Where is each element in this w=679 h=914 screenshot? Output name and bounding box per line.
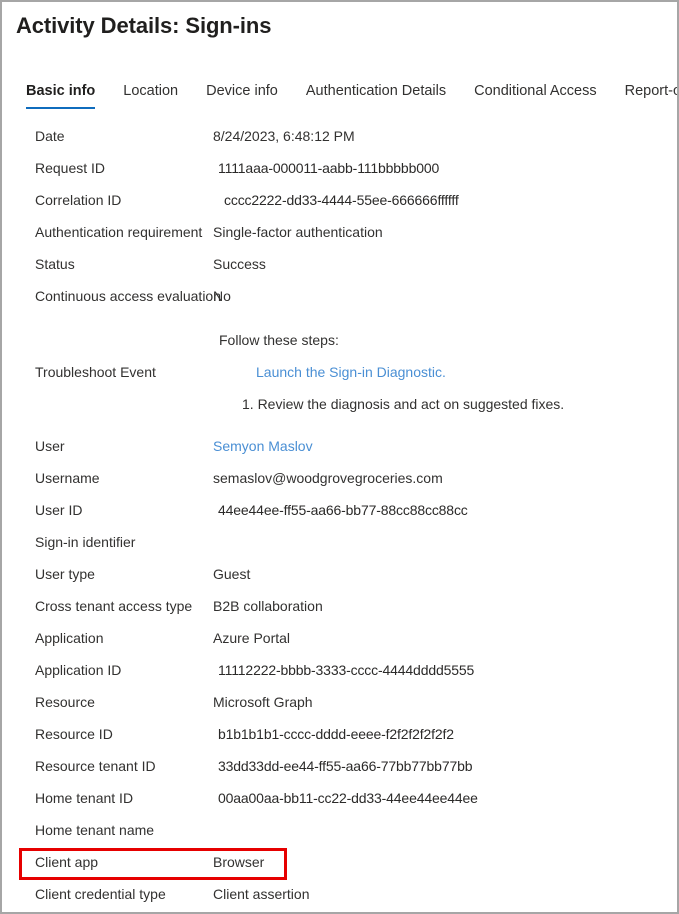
detail-label: Cross tenant access type (35, 598, 193, 614)
detail-row: Authentication requirement Single-factor … (2, 216, 677, 248)
troubleshoot-lead-text: Follow these steps: (219, 332, 339, 348)
detail-row: Request ID 1111aaa-000011-aabb-111bbbbb00… (2, 152, 677, 184)
detail-value: Microsoft Graph (213, 694, 313, 710)
detail-label: Home tenant ID (35, 790, 134, 806)
detail-row: Continuous access evaluation No (2, 280, 677, 312)
detail-row: Home tenant ID 00aa00aa-bb11-cc22-dd33-44… (2, 782, 677, 814)
detail-value: cccc2222-dd33-4444-55ee-666666ffffff (224, 192, 459, 208)
detail-value: Browser (213, 854, 265, 870)
tab-device-info[interactable]: Device info (206, 82, 278, 109)
detail-value: Single-factor authentication (213, 224, 383, 240)
detail-row: Client app Browser (2, 846, 677, 878)
detail-row: User Semyon Maslov (2, 430, 677, 462)
tab-authentication-details[interactable]: Authentication Details (306, 82, 446, 109)
tab-location[interactable]: Location (123, 82, 178, 109)
detail-row: Client credential type Client assertion (2, 878, 677, 910)
detail-row: Resource ID b1b1b1b1-cccc-dddd-eeee-f2f2f… (2, 718, 677, 750)
detail-label: User type (35, 566, 95, 582)
detail-value: 33dd33dd-ee44-ff55-aa66-77bb77bb77bb (218, 758, 473, 774)
tab-conditional-access[interactable]: Conditional Access (474, 82, 597, 109)
detail-value: Client assertion (213, 886, 310, 902)
troubleshoot-label: Troubleshoot Event (35, 364, 156, 380)
detail-row: Sign-in identifier (2, 526, 677, 558)
detail-label: Username (35, 470, 100, 486)
detail-value: No (213, 288, 231, 304)
detail-label: User (35, 438, 65, 454)
detail-label: Status (35, 256, 75, 272)
troubleshoot-event-block: Troubleshoot Event Follow these steps: Lau… (2, 326, 677, 422)
detail-label: Resource ID (35, 726, 113, 742)
launch-signin-diagnostic-link[interactable]: Launch the Sign-in Diagnostic. (256, 364, 446, 380)
detail-label: Date (35, 128, 65, 144)
detail-value: 1111aaa-000011-aabb-111bbbbb000 (218, 160, 440, 176)
troubleshoot-step-1: 1. Review the diagnosis and act on sugge… (242, 396, 565, 412)
detail-label: Correlation ID (35, 192, 122, 208)
tab-report-only[interactable]: Report-only (625, 82, 677, 109)
detail-label: User ID (35, 502, 83, 518)
page-title: Activity Details: Sign-ins (16, 13, 272, 38)
detail-row: Date 8/24/2023, 6:48:12 PM (2, 120, 677, 152)
details-list: Date 8/24/2023, 6:48:12 PM Request ID 1111a… (2, 120, 677, 910)
activity-details-panel: Activity Details: Sign-ins Basic info Loc… (0, 0, 679, 914)
detail-row: Home tenant name (2, 814, 677, 846)
detail-label: Continuous access evaluation (35, 288, 222, 304)
detail-row: Application Azure Portal (2, 622, 677, 654)
detail-label: Application ID (35, 662, 122, 678)
detail-row: User ID 44ee44ee-ff55-aa66-bb77-88cc88cc8… (2, 494, 677, 526)
detail-value: 8/24/2023, 6:48:12 PM (213, 128, 355, 144)
detail-value: Success (213, 256, 266, 272)
detail-row: Resource Microsoft Graph (2, 686, 677, 718)
detail-label: Request ID (35, 160, 106, 176)
detail-value: B2B collaboration (213, 598, 323, 614)
detail-label: Resource tenant ID (35, 758, 156, 774)
detail-row: Resource tenant ID 33dd33dd-ee44-ff55-aa6… (2, 750, 677, 782)
tab-basic-info[interactable]: Basic info (26, 82, 96, 109)
detail-value: 00aa00aa-bb11-cc22-dd33-44ee44ee44ee (218, 790, 478, 806)
detail-value: Guest (213, 566, 251, 582)
detail-row: Username semaslov@woodgrovegroceries.com (2, 462, 677, 494)
detail-value: 44ee44ee-ff55-aa66-bb77-88cc88cc88cc (218, 502, 468, 518)
detail-label: Client credential type (35, 886, 166, 902)
detail-row: Correlation ID cccc2222-dd33-4444-55ee-66… (2, 184, 677, 216)
tab-strip: Basic info Location Device info Authenticat… (26, 82, 677, 112)
detail-label: Client app (35, 854, 99, 870)
detail-value: 11112222-bbbb-3333-cccc-4444dddd5555 (218, 662, 475, 678)
detail-value: b1b1b1b1-cccc-dddd-eeee-f2f2f2f2f2f2 (218, 726, 454, 742)
detail-label: Application (35, 630, 104, 646)
detail-label: Home tenant name (35, 822, 155, 838)
detail-value-link[interactable]: Semyon Maslov (213, 430, 313, 462)
detail-label: Authentication requirement (35, 224, 203, 240)
detail-value: Azure Portal (213, 630, 291, 646)
detail-row: User type Guest (2, 558, 677, 590)
detail-row: Cross tenant access type B2B collaboratio… (2, 590, 677, 622)
detail-row: Status Success (2, 248, 677, 280)
detail-label: Sign-in identifier (35, 534, 136, 550)
detail-row: Application ID 11112222-bbbb-3333-cccc-44… (2, 654, 677, 686)
detail-label: Resource (35, 694, 95, 710)
detail-value: semaslov@woodgrovegroceries.com (213, 470, 443, 486)
